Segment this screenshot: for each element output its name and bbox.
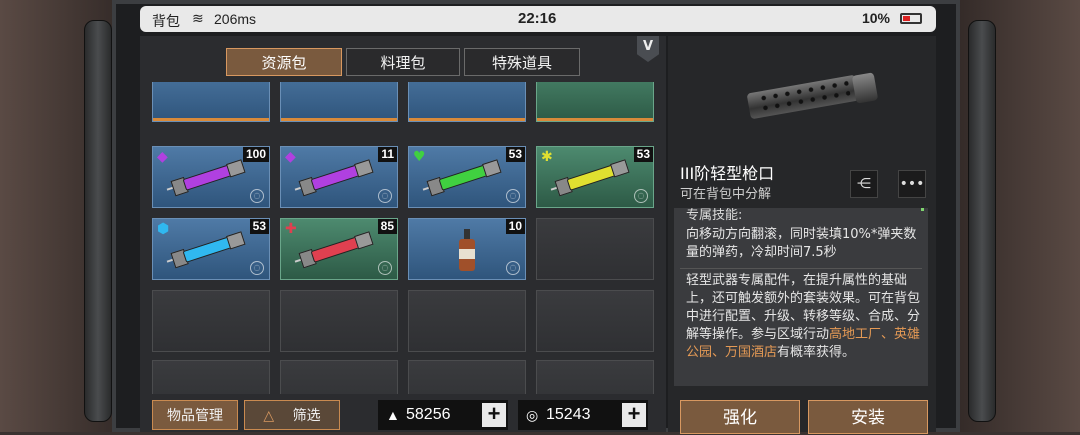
item-count: 53	[633, 147, 653, 162]
currency-2-value: 15243	[546, 406, 591, 423]
ping-text: 206ms	[214, 11, 257, 27]
empty-slot[interactable]	[536, 218, 654, 280]
item-slot[interactable]	[152, 82, 270, 122]
syringe-icon	[549, 157, 632, 198]
currency-2-add-button[interactable]: +	[622, 403, 646, 427]
quality-icon: ✱	[541, 149, 553, 165]
bottle-icon	[459, 229, 475, 271]
muzzle-image	[728, 66, 888, 126]
bind-icon: ◌	[378, 261, 392, 275]
currency-2: ◎ 15243 +	[518, 400, 648, 430]
tab-resource-pack[interactable]: 资源包	[226, 48, 342, 76]
skill-heading: 专属技能:	[686, 208, 743, 223]
item-slot[interactable]: ◆ 100 ◌	[152, 146, 270, 208]
empty-slot[interactable]	[280, 360, 398, 394]
divider	[680, 268, 922, 269]
item-count: 10	[505, 219, 525, 234]
item-detail-panel: III阶轻型枪口 可在背包中分解 ⋲ ••• 专属技能: 向移动方向翻滚，同时装…	[668, 36, 936, 434]
item-slot[interactable]: 10 ◌	[408, 218, 526, 280]
item-slot[interactable]: ◆ 11 ◌	[280, 146, 398, 208]
empty-slot[interactable]	[280, 290, 398, 352]
syringe-icon	[421, 157, 504, 198]
bind-icon: ◌	[378, 189, 392, 203]
item-count: 100	[242, 147, 269, 162]
item-subtitle: 可在背包中分解	[680, 187, 772, 202]
install-button[interactable]: 安装	[808, 400, 928, 434]
item-count: 53	[249, 219, 269, 234]
item-slot[interactable]	[280, 82, 398, 122]
bind-icon: ◌	[634, 189, 648, 203]
more-icon[interactable]: •••	[898, 170, 926, 198]
syringe-icon	[165, 157, 248, 198]
battery-percent: 10%	[861, 10, 890, 26]
durability-bar	[537, 118, 653, 121]
item-slot[interactable]	[408, 82, 526, 122]
item-manage-button[interactable]: 物品管理	[152, 400, 238, 430]
inventory-panel: 资源包 料理包 特殊道具 V ◆ 100 ◌ ◆ 11 ◌ ♥ 53 ◌ ✱ 53 ◌ ⬢ 53 ◌ ✚ 85 ◌…	[140, 36, 666, 432]
currency-1-add-button[interactable]: +	[482, 403, 506, 427]
durability-bar	[281, 118, 397, 121]
quality-icon: ✚	[285, 221, 297, 237]
filter-button[interactable]: △ 筛选	[244, 400, 340, 430]
empty-slot[interactable]	[408, 290, 526, 352]
enhance-button[interactable]: 强化	[680, 400, 800, 434]
status-label: 背包	[152, 13, 180, 29]
empty-slot[interactable]	[536, 290, 654, 352]
status-bar: 背包 ≋ 206ms 22:16 10%	[140, 6, 936, 32]
bind-icon: ◌	[250, 189, 264, 203]
currency-1-value: 58256	[406, 406, 451, 423]
empty-slot[interactable]	[152, 360, 270, 394]
skill-description: 向移动方向翻滚，同时装填10%*弹夹数量的弹药，冷却时间7.5秒	[686, 227, 917, 260]
tab-special-items[interactable]: 特殊道具	[464, 48, 580, 76]
item-slot[interactable]: ♥ 53 ◌	[408, 146, 526, 208]
bind-icon: ◌	[250, 261, 264, 275]
device-rail-left	[84, 20, 112, 422]
quality-icon: ♥	[413, 149, 426, 165]
bind-icon: ◌	[506, 189, 520, 203]
item-count: 11	[378, 147, 397, 162]
wifi-icon: ≋	[192, 10, 204, 26]
empty-slot[interactable]	[536, 360, 654, 394]
item-slot[interactable]	[536, 82, 654, 122]
item-slot[interactable]: ⬢ 53 ◌	[152, 218, 270, 280]
currency-1-icon: ▲	[386, 407, 400, 423]
item-slot[interactable]: ✚ 85 ◌	[280, 218, 398, 280]
background-right	[940, 0, 1080, 432]
item-slot[interactable]: ✱ 53 ◌	[536, 146, 654, 208]
currency-2-icon: ◎	[526, 407, 539, 423]
desc-text-b: 有概率获得。	[777, 345, 856, 360]
syringe-icon	[165, 229, 248, 270]
clock: 22:16	[518, 10, 557, 27]
description-box[interactable]: 专属技能: 向移动方向翻滚，同时装填10%*弹夹数量的弹药，冷却时间7.5秒 轻…	[674, 208, 928, 386]
syringe-icon	[293, 157, 376, 198]
battery-icon	[900, 13, 922, 24]
item-grid: ◆ 100 ◌ ◆ 11 ◌ ♥ 53 ◌ ✱ 53 ◌ ⬢ 53 ◌ ✚ 85 ◌ 10 ◌	[152, 82, 656, 394]
empty-slot[interactable]	[152, 290, 270, 352]
currency-1: ▲ 58256 +	[378, 400, 508, 430]
durability-bar	[153, 118, 269, 121]
share-icon[interactable]: ⋲	[850, 170, 878, 198]
quality-icon: ◆	[157, 149, 168, 165]
tab-food-pack[interactable]: 料理包	[346, 48, 460, 76]
syringe-icon	[293, 229, 376, 270]
item-count: 85	[377, 219, 397, 234]
bind-icon: ◌	[506, 261, 520, 275]
device-rail-right	[968, 20, 996, 422]
item-name: III阶轻型枪口	[680, 164, 775, 183]
filter-icon: △	[263, 408, 275, 424]
quality-icon: ⬢	[157, 221, 170, 237]
durability-bar	[409, 118, 525, 121]
filter-label: 筛选	[292, 408, 321, 424]
vip-badge-icon[interactable]: V	[637, 36, 659, 62]
scroll-indicator	[921, 208, 924, 211]
item-count: 53	[505, 147, 525, 162]
item-description: 轻型武器专属配件，在提升属性的基础上，还可触发额外的套装效果。可在背包中进行配置…	[686, 272, 926, 362]
quality-icon: ◆	[285, 149, 296, 165]
empty-slot[interactable]	[408, 360, 526, 394]
